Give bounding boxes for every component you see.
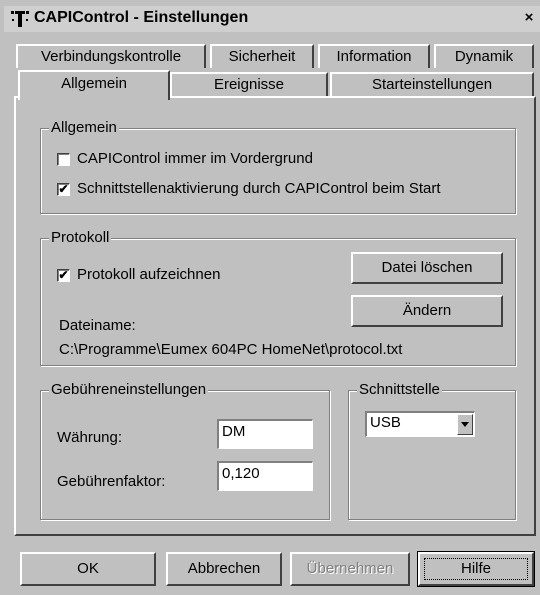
factor-label: Gebührenfaktor: <box>57 473 166 490</box>
checkbox-record-protocol[interactable]: ✔ <box>57 269 70 282</box>
cancel-button[interactable]: Abbrechen <box>166 552 282 586</box>
close-icon[interactable]: × <box>520 9 538 27</box>
checkbox-activation-label[interactable]: Schnittstellenaktivierung durch CAPICont… <box>77 180 441 198</box>
tab-allgemein[interactable]: Allgemein <box>18 70 170 100</box>
group-allgemein: Allgemein CAPIControl immer im Vordergru… <box>40 119 516 214</box>
telekom-t-icon <box>11 11 29 27</box>
filename-label: Dateiname: <box>59 317 136 334</box>
interface-select-value: USB <box>370 414 401 431</box>
button-label: Datei löschen <box>381 259 473 276</box>
checkbox-activation[interactable]: ✔ <box>57 183 70 196</box>
tab-ereignisse[interactable]: Ereignisse <box>170 72 328 96</box>
tab-sicherheit[interactable]: Sicherheit <box>210 44 314 68</box>
change-button[interactable]: Ändern <box>351 295 503 327</box>
tab-label: Information <box>336 48 412 65</box>
tab-label: Allgemein <box>61 75 127 92</box>
group-label: Schnittstelle <box>357 381 442 399</box>
chevron-down-icon[interactable] <box>457 414 473 435</box>
currency-label: Währung: <box>57 429 123 446</box>
tab-dynamik[interactable]: Dynamik <box>434 44 534 68</box>
delete-file-button[interactable]: Datei löschen <box>351 252 503 284</box>
filename-value: C:\Programme\Eumex 604PC HomeNet\protoco… <box>59 341 403 358</box>
tab-verbindungskontrolle[interactable]: Verbindungskontrolle <box>16 44 206 68</box>
tab-label: Dynamik <box>454 48 514 65</box>
factor-input[interactable]: 0,120 <box>217 461 313 491</box>
ok-button[interactable]: OK <box>20 552 156 586</box>
tab-label: Ereignisse <box>213 76 285 93</box>
checkbox-foreground-label[interactable]: CAPIControl immer im Vordergrund <box>77 150 313 168</box>
focus-rect <box>424 558 528 580</box>
group-label: Allgemein <box>49 119 119 137</box>
button-label: Übernehmen <box>306 560 394 577</box>
tab-panel-allgemein: Allgemein CAPIControl immer im Vordergru… <box>14 96 536 536</box>
checkbox-foreground[interactable] <box>57 153 70 166</box>
checkbox-record-protocol-label[interactable]: Protokoll aufzeichnen <box>77 266 220 284</box>
group-schnittstelle: Schnittstelle USB <box>348 381 516 520</box>
apply-button[interactable]: Übernehmen <box>290 552 410 586</box>
help-button[interactable]: Hilfe <box>417 551 535 587</box>
dialog-window: CAPIControl - Einstellungen × Verbindung… <box>0 0 540 595</box>
group-label: Gebühreneinstellungen <box>49 381 209 399</box>
window-title: CAPIControl - Einstellungen <box>34 9 249 26</box>
currency-input[interactable]: DM <box>217 419 313 449</box>
interface-select[interactable]: USB <box>365 411 475 437</box>
tab-label: Sicherheit <box>228 48 296 65</box>
tab-information[interactable]: Information <box>318 44 430 68</box>
title-bar[interactable]: CAPIControl - Einstellungen × <box>4 6 540 32</box>
tab-label: Starteinstellungen <box>371 76 493 93</box>
button-label: OK <box>77 560 99 577</box>
tab-label: Verbindungskontrolle <box>40 48 182 65</box>
button-label: Ändern <box>402 302 452 319</box>
button-label: Abbrechen <box>187 560 261 577</box>
group-label: Protokoll <box>49 229 112 247</box>
group-protokoll: Protokoll ✔ Protokoll aufzeichnen Datei … <box>40 229 516 366</box>
group-gebuehren: Gebühreneinstellungen Währung: DM Gebühr… <box>40 381 330 520</box>
tab-starteinstellungen[interactable]: Starteinstellungen <box>330 72 534 96</box>
